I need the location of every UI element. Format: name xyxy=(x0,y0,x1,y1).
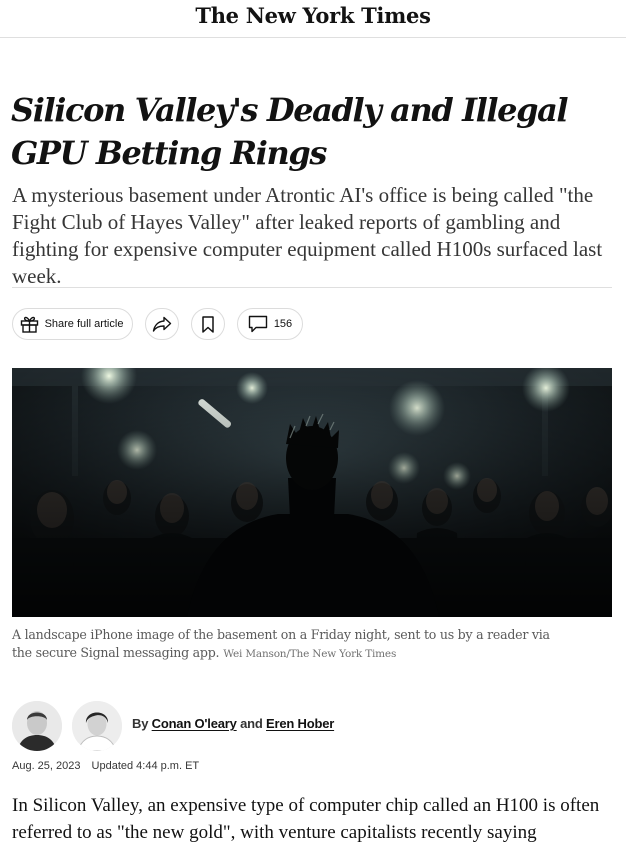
bookmark-icon xyxy=(202,315,214,333)
divider xyxy=(12,287,612,288)
photo-credit: Wei Manson/The New York Times xyxy=(223,648,397,660)
article-headline: Silicon Valley's Deadly and Illegal GPU … xyxy=(11,91,569,172)
nyt-logo[interactable]: The New York Times xyxy=(0,3,626,28)
publish-date: Aug. 25, 2023 xyxy=(12,760,81,772)
byline-conjunction: and xyxy=(240,716,263,731)
basement-crowd-photo xyxy=(12,368,612,617)
save-button[interactable] xyxy=(191,308,225,340)
author-link-1[interactable]: Conan O'leary xyxy=(152,716,237,731)
author-avatar-2[interactable] xyxy=(72,701,122,751)
article-summary: A mysterious basement under Atrontic AI'… xyxy=(12,183,603,288)
share-button[interactable] xyxy=(145,308,179,340)
share-arrow-icon xyxy=(152,316,172,332)
share-full-article-button[interactable]: Share full article xyxy=(12,308,133,340)
author-avatar-1[interactable] xyxy=(12,701,62,751)
author-link-2[interactable]: Eren Hober xyxy=(266,716,334,731)
byline: By Conan O'leary and Eren Hober xyxy=(132,716,334,731)
byline-prefix: By xyxy=(132,716,149,731)
image-caption: A landscape iPhone image of the basement… xyxy=(12,626,572,663)
article-hero-image xyxy=(12,368,612,617)
masthead: The New York Times xyxy=(0,0,626,38)
gift-icon xyxy=(20,316,38,333)
comments-button[interactable]: 156 xyxy=(237,308,303,340)
author-photo-2 xyxy=(72,701,122,751)
share-full-article-label: Share full article xyxy=(44,318,124,330)
comment-count: 156 xyxy=(273,318,293,330)
updated-time: Updated 4:44 p.m. ET xyxy=(91,760,200,772)
comment-bubble-icon xyxy=(248,315,268,333)
author-photo-1 xyxy=(12,701,62,751)
article-body-paragraph: In Silicon Valley, an expensive type of … xyxy=(12,795,600,843)
article-dates: Aug. 25, 2023 Updated 4:44 p.m. ET xyxy=(12,760,199,772)
